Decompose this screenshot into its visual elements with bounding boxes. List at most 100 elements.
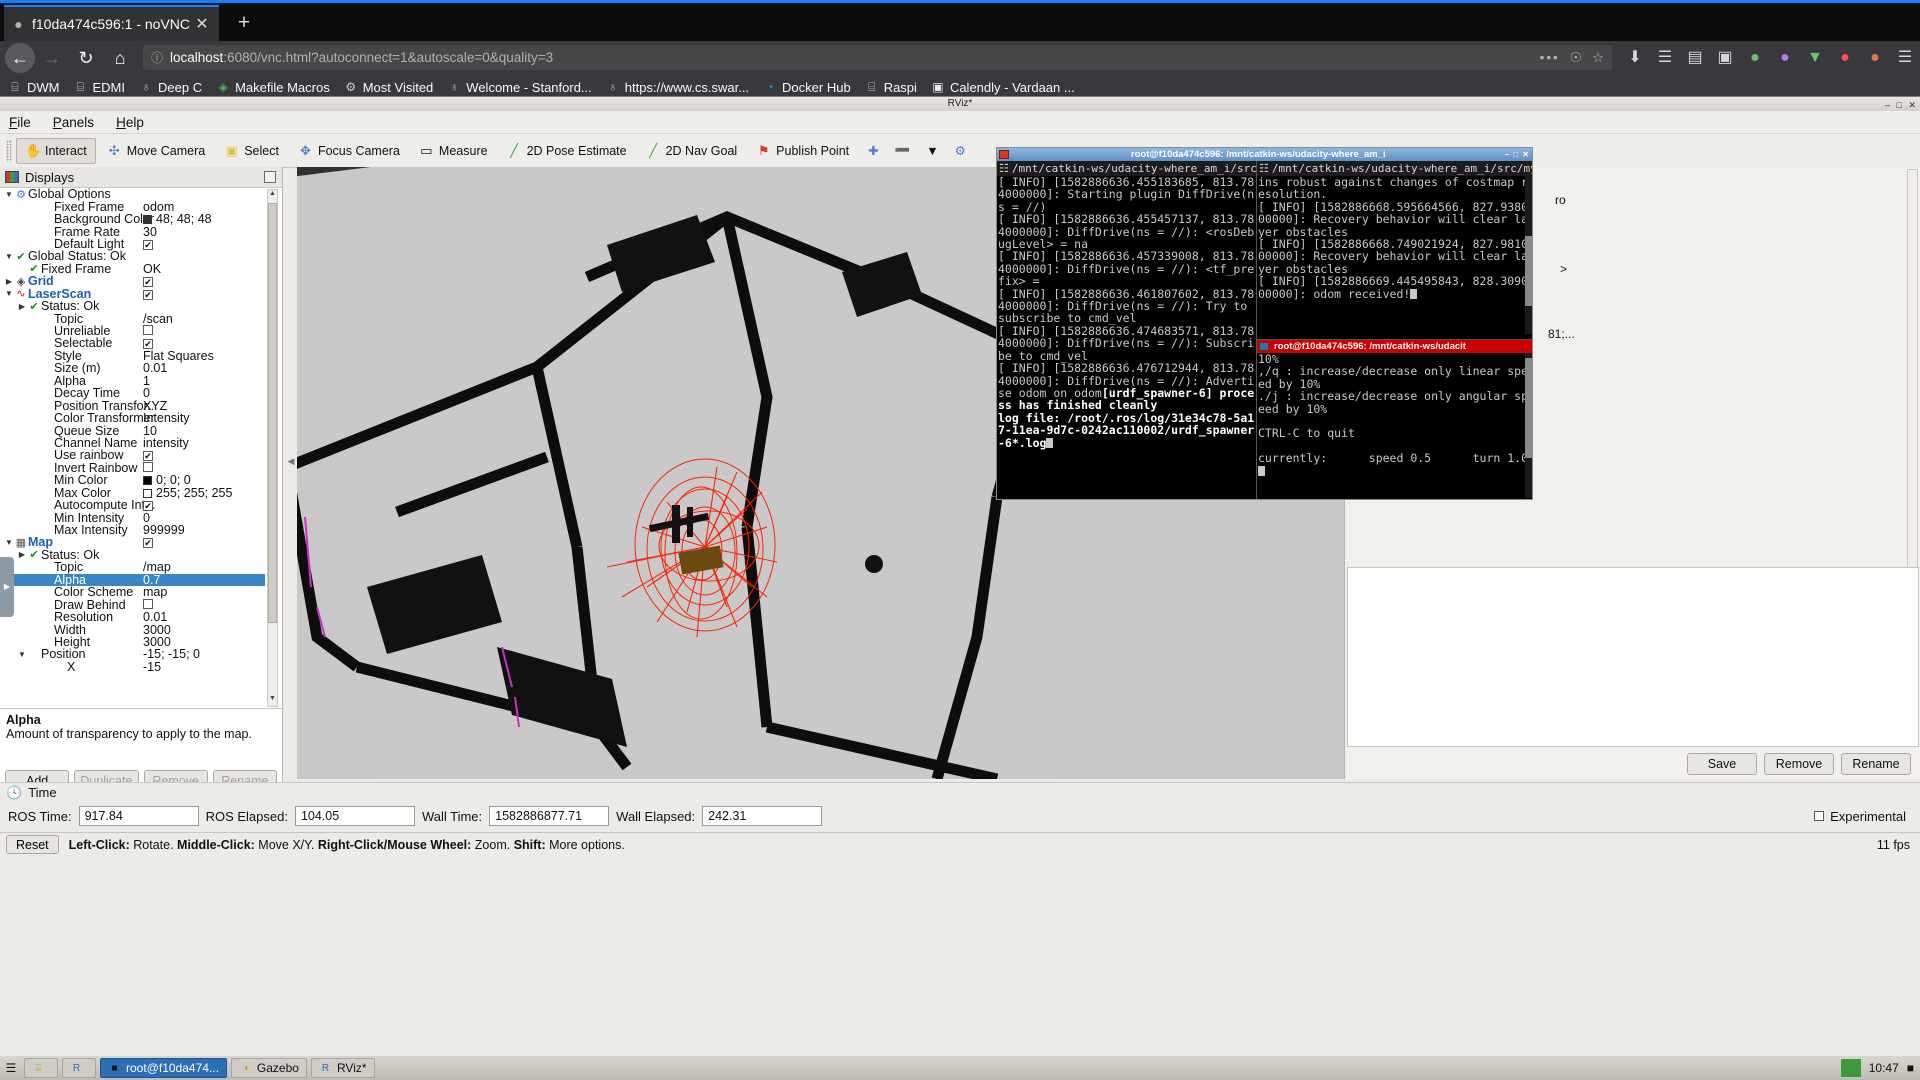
terminal-tab-left[interactable]: ☷ /mnt/catkin-ws/udacity-where_am_i/src/… <box>997 161 1256 176</box>
display-row-width[interactable]: Width 3000 <box>0 623 265 637</box>
display-row-max-intensity[interactable]: Max Intensity 999999 <box>0 523 265 537</box>
expand-arrow-icon[interactable]: ▼ <box>17 650 27 659</box>
row-checkbox[interactable]: ✔ <box>143 239 153 250</box>
page-info-icon[interactable]: ⓘ <box>151 49 163 66</box>
display-row-unreliable[interactable]: Unreliable <box>0 324 265 338</box>
display-row-resolution[interactable]: Resolution 0.01 <box>0 610 265 624</box>
browser-tab[interactable]: ● f10da474c596:1 - noVNC ✕ <box>4 5 219 41</box>
pocket-icon[interactable]: ▼ <box>1800 43 1830 73</box>
bookmark-8[interactable]: ⌸ Raspi <box>865 80 917 95</box>
row-value-cell[interactable]: ✔ <box>143 287 153 301</box>
display-row-size-m-[interactable]: Size (m) 0.01 <box>0 361 265 375</box>
teleop-pane[interactable]: root@f10da474c596: /mnt/catkin-ws/udacit… <box>1257 339 1532 499</box>
display-row-fixed-frame[interactable]: Fixed Frame odom <box>0 200 265 214</box>
help-icon[interactable]: ● <box>1830 43 1860 73</box>
display-row-position-transfor-[interactable]: Position Transfor... XYZ <box>0 399 265 413</box>
reader-icon[interactable]: ☉ <box>1570 50 1582 66</box>
terminal-titlebar[interactable]: root@f10da474c596: /mnt/catkin-ws/udacit… <box>997 148 1532 161</box>
bookmark-2[interactable]: ♁ Deep C <box>139 80 203 95</box>
gear-icon[interactable]: ⚙ <box>955 143 966 158</box>
display-row-use-rainbow[interactable]: Use rainbow ✔ <box>0 448 265 462</box>
rviz-window-buttons[interactable]: – □ ✕ <box>1885 98 1918 112</box>
color-swatch[interactable] <box>143 215 152 225</box>
page-actions-icon[interactable]: ••• <box>1540 50 1560 65</box>
bookmark-6[interactable]: ♁ https://www.cs.swar... <box>606 80 749 95</box>
displays-tree[interactable]: ▼ ⚙ Global Options Fixed Frame odom Backgroun… <box>0 188 265 708</box>
display-row-channel-name[interactable]: Channel Name intensity <box>0 436 265 450</box>
expand-arrow-icon[interactable]: ▼ <box>4 252 14 261</box>
reset-button[interactable]: Reset <box>6 835 59 854</box>
tool-2d-nav-goal[interactable]: ╱ 2D Nav Goal <box>638 138 746 164</box>
scroll-up-icon[interactable]: ▲ <box>268 190 277 201</box>
display-row-queue-size[interactable]: Queue Size 10 <box>0 424 265 438</box>
display-row-topic[interactable]: Topic/map <box>0 560 265 574</box>
start-menu-icon[interactable]: ☰ <box>0 1057 22 1079</box>
color-swatch[interactable] <box>143 476 152 486</box>
menu-help[interactable]: Help <box>116 115 144 130</box>
remove-view-button[interactable]: Remove <box>1764 753 1834 775</box>
screenshot-icon[interactable]: ▣ <box>1710 43 1740 73</box>
scroll-down-icon[interactable]: ▼ <box>268 695 277 706</box>
save-view-button[interactable]: Save <box>1687 753 1757 775</box>
panel-pin-icon[interactable] <box>264 171 276 183</box>
displays-scrollbar[interactable]: ▲ ▼ <box>267 189 278 707</box>
teleop-titlebar[interactable]: root@f10da474c596: /mnt/catkin-ws/udacit <box>1257 340 1532 353</box>
display-row-status-ok[interactable]: ▶ ✔ Status: Ok <box>0 548 265 562</box>
tool-move-camera[interactable]: ✣ Move Camera <box>99 138 214 164</box>
display-row-fixed-frame[interactable]: ✔ Fixed Frame OK <box>0 262 265 276</box>
download-icon[interactable]: ⬇ <box>1620 43 1650 73</box>
display-row-default-light[interactable]: Default Light ✔ <box>0 237 265 251</box>
bookmark-3[interactable]: ◈ Makefile Macros <box>216 80 329 95</box>
time-field-wall-elapsed-[interactable]: 242.31 <box>702 806 823 826</box>
plus-icon[interactable]: ✚ <box>868 143 878 158</box>
row-checkbox[interactable] <box>143 598 153 609</box>
expand-arrow-icon[interactable]: ▶ <box>4 277 14 286</box>
terminal-right-scrollbar[interactable] <box>1525 176 1532 334</box>
bookmark-9[interactable]: ▣ Calendly - Vardaan ... <box>931 80 1074 95</box>
display-row-invert-rainbow[interactable]: Invert Rainbow <box>0 461 265 475</box>
account-icon[interactable]: ● <box>1860 43 1890 73</box>
terminal-window[interactable]: root@f10da474c596: /mnt/catkin-ws/udacit… <box>996 147 1533 500</box>
bookmark-0[interactable]: ⌸ DWM <box>8 80 59 95</box>
bookmark-7[interactable]: ◔ Docker Hub <box>763 80 850 95</box>
views-scrollbar[interactable] <box>1907 169 1918 569</box>
display-row-laserscan[interactable]: ▼ ∿ LaserScan ✔ <box>0 287 265 301</box>
display-row-autocompute-int-[interactable]: Autocompute Int... ✔ <box>0 498 265 512</box>
terminal-tab-right[interactable]: ☷ /mnt/catkin-ws/udacity-where_am_i/src/… <box>1257 161 1532 176</box>
tool-measure[interactable]: ▭ Measure <box>411 138 496 164</box>
shield-icon[interactable]: ● <box>1770 43 1800 73</box>
library-icon[interactable]: ☰ <box>1650 43 1680 73</box>
bookmark-4[interactable]: ⚙ Most Visited <box>344 80 433 95</box>
experimental-toggle[interactable]: Experimental <box>1814 809 1906 824</box>
viewport-splitter[interactable]: ◀ <box>286 450 296 472</box>
display-row-min-color[interactable]: Min Color 0; 0; 0 <box>0 473 265 487</box>
expand-arrow-icon[interactable]: ▶ <box>17 302 27 311</box>
display-row-selectable[interactable]: Selectable ✔ <box>0 336 265 350</box>
reload-button[interactable]: ↻ <box>69 43 103 73</box>
sidebar-icon[interactable]: ▤ <box>1680 43 1710 73</box>
expand-arrow-icon[interactable]: ▼ <box>4 289 14 298</box>
display-row-global-options[interactable]: ▼ ⚙ Global Options <box>0 188 265 201</box>
bookmark-star-icon[interactable]: ☆ <box>1592 50 1604 66</box>
expand-arrow-icon[interactable]: ▼ <box>4 190 14 199</box>
expand-arrow-icon[interactable]: ▶ <box>17 550 27 559</box>
taskbar-item-2[interactable]: ■ root@f10da474... <box>100 1058 227 1078</box>
display-row-grid[interactable]: ▶ ◈ Grid ✔ <box>0 274 265 288</box>
row-value-cell[interactable]: ✔ <box>143 535 153 549</box>
taskbar-item-4[interactable]: R RViz* <box>310 1058 375 1078</box>
row-checkbox[interactable] <box>143 461 153 472</box>
address-bar[interactable]: ⓘ localhost :6080/vnc.html?autoconnect=1… <box>143 45 1612 70</box>
tool-publish-point[interactable]: ⚑ Publish Point <box>748 138 857 164</box>
menu-file[interactable]: File <box>9 115 31 130</box>
tool-interact[interactable]: ✋ Interact <box>16 137 96 164</box>
display-row-frame-rate[interactable]: Frame Rate 30 <box>0 225 265 239</box>
teleop-scrollbar[interactable] <box>1525 353 1532 498</box>
display-row-alpha[interactable]: Alpha 1 <box>0 374 265 388</box>
bookmark-5[interactable]: ♁ Welcome - Stanford... <box>447 80 592 95</box>
display-row-decay-time[interactable]: Decay Time 0 <box>0 386 265 400</box>
display-row-topic[interactable]: Topic/scan <box>0 312 265 326</box>
new-tab-button[interactable]: + <box>232 12 256 36</box>
display-row-x[interactable]: X -15 <box>0 660 265 674</box>
show-desktop-icon[interactable]: ■ <box>1907 1061 1914 1075</box>
menu-panels[interactable]: Panels <box>53 115 94 130</box>
